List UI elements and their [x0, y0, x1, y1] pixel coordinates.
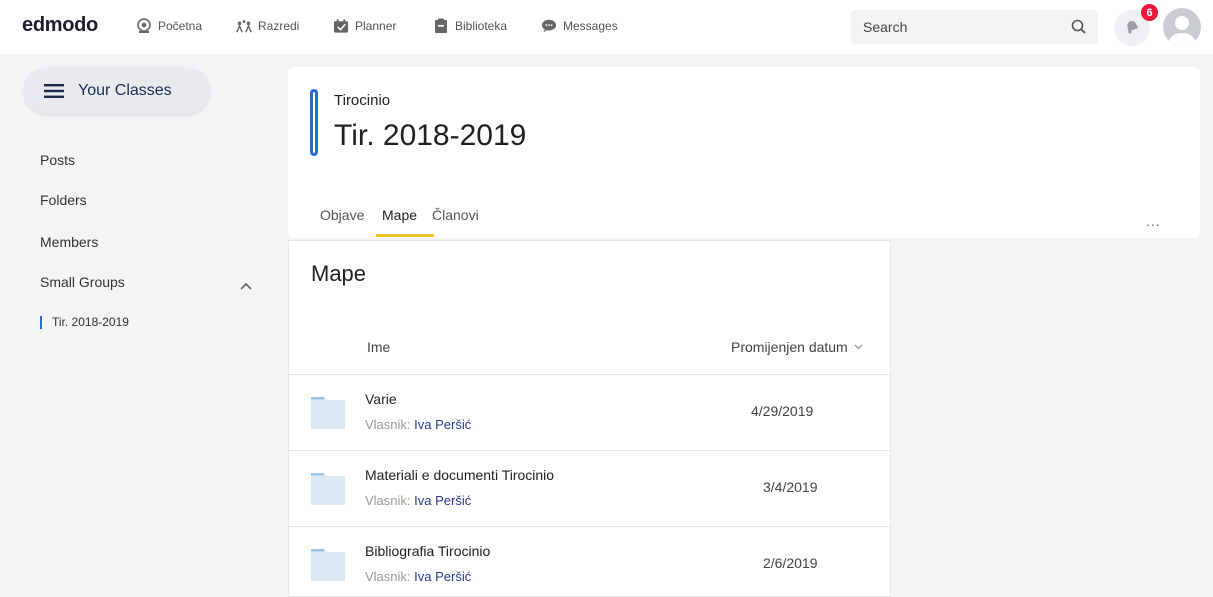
owner-name-link[interactable]: Iva Peršić: [414, 569, 471, 584]
your-classes-button[interactable]: Your Classes: [24, 68, 210, 114]
sidebar-item-folders[interactable]: Folders: [40, 192, 87, 208]
notification-badge: 6: [1141, 4, 1158, 21]
sidebar-item-small-groups[interactable]: Small Groups: [40, 274, 125, 290]
folder-date: 4/29/2019: [751, 403, 814, 419]
nav-classes-label: Razredi: [258, 19, 300, 33]
tab-posts[interactable]: Objave: [320, 207, 364, 223]
folder-date: 2/6/2019: [763, 555, 818, 571]
table-row[interactable]: Materiali e documenti Tirocinio Vlasnik:…: [289, 450, 890, 526]
folders-title: Mape: [311, 261, 367, 286]
column-header-date[interactable]: Promijenjen datum: [731, 339, 863, 355]
class-header-card: Tirocinio Tir. 2018-2019 Objave Mape Čla…: [288, 67, 1200, 238]
active-tab-indicator: [376, 234, 434, 237]
nav-messages-label: Messages: [563, 19, 618, 33]
messages-icon: [541, 18, 557, 34]
table-row[interactable]: Varie Vlasnik: Iva Peršić 4/29/2019: [289, 374, 890, 450]
folder-name[interactable]: Varie: [365, 391, 397, 407]
folder-icon: [311, 547, 345, 586]
nav-classes[interactable]: Razredi: [236, 18, 299, 34]
folder-owner: Vlasnik: Iva Peršić: [365, 493, 471, 508]
avatar[interactable]: [1163, 8, 1201, 46]
folder-icon: [311, 395, 345, 434]
folders-panel: Mape Ime Promijenjen datum Varie Vlasnik…: [288, 240, 891, 597]
column-header-date-label: Promijenjen datum: [731, 339, 848, 355]
nav-messages[interactable]: Messages: [541, 18, 618, 34]
folder-name[interactable]: Bibliografia Tirocinio: [365, 543, 490, 559]
tab-folders[interactable]: Mape: [382, 207, 417, 223]
folder-name[interactable]: Materiali e documenti Tirocinio: [365, 467, 554, 483]
nav-home[interactable]: Početna: [136, 18, 202, 34]
folder-owner: Vlasnik: Iva Peršić: [365, 417, 471, 432]
owner-label: Vlasnik:: [365, 417, 411, 432]
edmodo-logo[interactable]: edmodo: [22, 14, 98, 37]
owner-name-link[interactable]: Iva Peršić: [414, 417, 471, 432]
nav-home-label: Početna: [158, 19, 203, 33]
nav-planner[interactable]: Planner: [333, 18, 396, 34]
library-icon: [433, 18, 449, 34]
bell-icon: [1123, 17, 1141, 40]
more-options-button[interactable]: ...: [1146, 213, 1161, 229]
search-input[interactable]: [863, 19, 1063, 35]
top-navbar: edmodo Početna Razredi Planner Bibliotek…: [0, 0, 1213, 54]
owner-label: Vlasnik:: [365, 493, 411, 508]
hamburger-icon: [44, 84, 64, 98]
nav-planner-label: Planner: [355, 19, 397, 33]
search-box: [851, 10, 1098, 44]
search-icon[interactable]: [1071, 19, 1086, 39]
folder-owner: Vlasnik: Iva Peršić: [365, 569, 471, 584]
owner-name-link[interactable]: Iva Peršić: [414, 493, 471, 508]
chevron-down-icon: [854, 344, 863, 350]
sidebar-item-posts[interactable]: Posts: [40, 152, 75, 168]
sidebar-item-members[interactable]: Members: [40, 234, 98, 250]
chevron-up-icon[interactable]: [240, 277, 252, 295]
home-icon: [136, 18, 152, 34]
your-classes-label: Your Classes: [78, 82, 172, 99]
folder-icon: [311, 471, 345, 510]
sidebar-group-item[interactable]: Tir. 2018-2019: [40, 316, 129, 329]
class-subtitle: Tirocinio: [334, 92, 391, 109]
page-title: Tir. 2018-2019: [334, 119, 527, 152]
table-row[interactable]: Bibliografia Tirocinio Vlasnik: Iva Perš…: [289, 526, 890, 597]
planner-icon: [333, 18, 349, 34]
classes-icon: [236, 18, 252, 34]
owner-label: Vlasnik:: [365, 569, 411, 584]
tab-members[interactable]: Članovi: [432, 207, 479, 223]
folder-date: 3/4/2019: [763, 479, 818, 495]
nav-library[interactable]: Biblioteka: [433, 18, 507, 34]
nav-library-label: Biblioteka: [455, 19, 508, 33]
column-header-name[interactable]: Ime: [367, 339, 390, 355]
class-accent-bar: [310, 89, 318, 156]
